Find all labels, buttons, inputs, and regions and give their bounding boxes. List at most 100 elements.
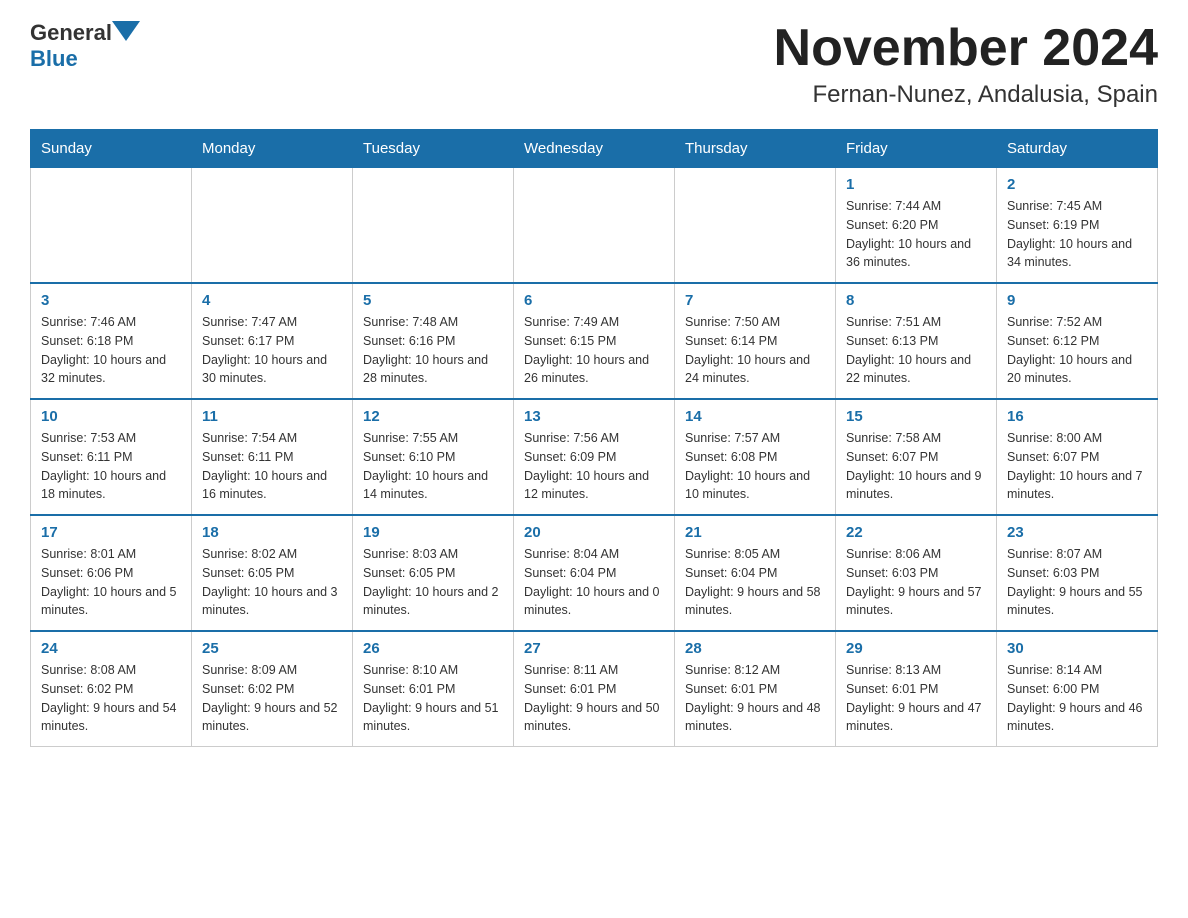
calendar-cell: 14 Sunrise: 7:57 AM Sunset: 6:08 PM Dayli… — [675, 399, 836, 515]
calendar-header-row: SundayMondayTuesdayWednesdayThursdayFrid… — [31, 130, 1158, 168]
day-info: Sunrise: 8:06 AM Sunset: 6:03 PM Dayligh… — [846, 545, 986, 620]
calendar-cell — [31, 168, 192, 284]
day-info: Sunrise: 8:08 AM Sunset: 6:02 PM Dayligh… — [41, 661, 181, 736]
day-info: Sunrise: 8:10 AM Sunset: 6:01 PM Dayligh… — [363, 661, 503, 736]
day-info: Sunrise: 8:09 AM Sunset: 6:02 PM Dayligh… — [202, 661, 342, 736]
day-number: 5 — [363, 292, 503, 309]
day-info: Sunrise: 8:14 AM Sunset: 6:00 PM Dayligh… — [1007, 661, 1147, 736]
calendar-cell: 29 Sunrise: 8:13 AM Sunset: 6:01 PM Dayli… — [836, 631, 997, 747]
day-number: 26 — [363, 640, 503, 657]
title-block: November 2024 Fernan-Nunez, Andalusia, S… — [774, 20, 1158, 109]
day-info: Sunrise: 7:58 AM Sunset: 6:07 PM Dayligh… — [846, 429, 986, 504]
day-number: 22 — [846, 524, 986, 541]
day-info: Sunrise: 8:04 AM Sunset: 6:04 PM Dayligh… — [524, 545, 664, 620]
calendar-cell: 17Sunrise: 8:01 AM Sunset: 6:06 PM Dayli… — [31, 515, 192, 631]
day-number: 23 — [1007, 524, 1147, 541]
day-number: 2 — [1007, 176, 1147, 193]
day-number: 30 — [1007, 640, 1147, 657]
calendar-day-header: Sunday — [31, 130, 192, 168]
calendar-cell: 2 Sunrise: 7:45 AM Sunset: 6:19 PM Daylig… — [997, 168, 1158, 284]
day-info: Sunrise: 8:12 AM Sunset: 6:01 PM Dayligh… — [685, 661, 825, 736]
day-info: Sunrise: 8:07 AM Sunset: 6:03 PM Dayligh… — [1007, 545, 1147, 620]
calendar-week-row: 1 Sunrise: 7:44 AM Sunset: 6:20 PM Daylig… — [31, 168, 1158, 284]
day-number: 8 — [846, 292, 986, 309]
day-info: Sunrise: 7:55 AM Sunset: 6:10 PM Dayligh… — [363, 429, 503, 504]
calendar-cell: 7 Sunrise: 7:50 AM Sunset: 6:14 PM Daylig… — [675, 283, 836, 399]
day-number: 25 — [202, 640, 342, 657]
calendar-cell: 12 Sunrise: 7:55 AM Sunset: 6:10 PM Dayli… — [353, 399, 514, 515]
calendar-cell: 8 Sunrise: 7:51 AM Sunset: 6:13 PM Daylig… — [836, 283, 997, 399]
calendar-cell: 24 Sunrise: 8:08 AM Sunset: 6:02 PM Dayli… — [31, 631, 192, 747]
calendar-cell: 13Sunrise: 7:56 AM Sunset: 6:09 PM Dayli… — [514, 399, 675, 515]
calendar-body: 1 Sunrise: 7:44 AM Sunset: 6:20 PM Daylig… — [31, 168, 1158, 747]
day-number: 9 — [1007, 292, 1147, 309]
calendar-cell: 30 Sunrise: 8:14 AM Sunset: 6:00 PM Dayli… — [997, 631, 1158, 747]
day-info: Sunrise: 7:53 AM Sunset: 6:11 PM Dayligh… — [41, 429, 181, 504]
day-number: 14 — [685, 408, 825, 425]
day-number: 20 — [524, 524, 664, 541]
day-number: 21 — [685, 524, 825, 541]
calendar-cell: 3 Sunrise: 7:46 AM Sunset: 6:18 PM Daylig… — [31, 283, 192, 399]
day-number: 10 — [41, 408, 181, 425]
day-info: Sunrise: 8:02 AM Sunset: 6:05 PM Dayligh… — [202, 545, 342, 620]
day-number: 28 — [685, 640, 825, 657]
calendar-header: SundayMondayTuesdayWednesdayThursdayFrid… — [31, 130, 1158, 168]
day-info: Sunrise: 8:01 AM Sunset: 6:06 PM Dayligh… — [41, 545, 181, 620]
calendar-cell: 1 Sunrise: 7:44 AM Sunset: 6:20 PM Daylig… — [836, 168, 997, 284]
day-info: Sunrise: 7:46 AM Sunset: 6:18 PM Dayligh… — [41, 313, 181, 388]
day-info: Sunrise: 7:57 AM Sunset: 6:08 PM Dayligh… — [685, 429, 825, 504]
logo-top: General — [30, 20, 140, 46]
logo-text-blue: Blue — [30, 46, 78, 72]
calendar-day-header: Thursday — [675, 130, 836, 168]
day-number: 27 — [524, 640, 664, 657]
calendar-week-row: 10 Sunrise: 7:53 AM Sunset: 6:11 PM Dayli… — [31, 399, 1158, 515]
calendar-cell: 19 Sunrise: 8:03 AM Sunset: 6:05 PM Dayli… — [353, 515, 514, 631]
day-number: 16 — [1007, 408, 1147, 425]
calendar-table: SundayMondayTuesdayWednesdayThursdayFrid… — [30, 129, 1158, 747]
day-info: Sunrise: 8:13 AM Sunset: 6:01 PM Dayligh… — [846, 661, 986, 736]
calendar-cell: 10 Sunrise: 7:53 AM Sunset: 6:11 PM Dayli… — [31, 399, 192, 515]
calendar-cell: 9Sunrise: 7:52 AM Sunset: 6:12 PM Daylig… — [997, 283, 1158, 399]
calendar-cell: 23 Sunrise: 8:07 AM Sunset: 6:03 PM Dayli… — [997, 515, 1158, 631]
calendar-cell — [353, 168, 514, 284]
day-number: 11 — [202, 408, 342, 425]
calendar-cell: 22 Sunrise: 8:06 AM Sunset: 6:03 PM Dayli… — [836, 515, 997, 631]
day-info: Sunrise: 7:51 AM Sunset: 6:13 PM Dayligh… — [846, 313, 986, 388]
day-info: Sunrise: 7:50 AM Sunset: 6:14 PM Dayligh… — [685, 313, 825, 388]
day-info: Sunrise: 7:48 AM Sunset: 6:16 PM Dayligh… — [363, 313, 503, 388]
day-info: Sunrise: 8:00 AM Sunset: 6:07 PM Dayligh… — [1007, 429, 1147, 504]
calendar-cell: 16 Sunrise: 8:00 AM Sunset: 6:07 PM Dayli… — [997, 399, 1158, 515]
calendar-cell: 18Sunrise: 8:02 AM Sunset: 6:05 PM Dayli… — [192, 515, 353, 631]
day-number: 15 — [846, 408, 986, 425]
logo-block: General Blue — [30, 20, 140, 72]
day-number: 7 — [685, 292, 825, 309]
calendar-cell: 28 Sunrise: 8:12 AM Sunset: 6:01 PM Dayli… — [675, 631, 836, 747]
day-info: Sunrise: 7:44 AM Sunset: 6:20 PM Dayligh… — [846, 197, 986, 272]
calendar-week-row: 24 Sunrise: 8:08 AM Sunset: 6:02 PM Dayli… — [31, 631, 1158, 747]
day-number: 29 — [846, 640, 986, 657]
day-info: Sunrise: 7:47 AM Sunset: 6:17 PM Dayligh… — [202, 313, 342, 388]
day-number: 12 — [363, 408, 503, 425]
day-number: 19 — [363, 524, 503, 541]
calendar-week-row: 17Sunrise: 8:01 AM Sunset: 6:06 PM Dayli… — [31, 515, 1158, 631]
page-title: November 2024 — [774, 20, 1158, 77]
calendar-day-header: Saturday — [997, 130, 1158, 168]
day-number: 24 — [41, 640, 181, 657]
calendar-cell: 25 Sunrise: 8:09 AM Sunset: 6:02 PM Dayli… — [192, 631, 353, 747]
calendar-cell: 27 Sunrise: 8:11 AM Sunset: 6:01 PM Dayli… — [514, 631, 675, 747]
calendar-cell: 5 Sunrise: 7:48 AM Sunset: 6:16 PM Daylig… — [353, 283, 514, 399]
day-info: Sunrise: 8:03 AM Sunset: 6:05 PM Dayligh… — [363, 545, 503, 620]
calendar-cell — [514, 168, 675, 284]
day-info: Sunrise: 7:45 AM Sunset: 6:19 PM Dayligh… — [1007, 197, 1147, 272]
calendar-day-header: Friday — [836, 130, 997, 168]
day-number: 4 — [202, 292, 342, 309]
day-number: 1 — [846, 176, 986, 193]
calendar-cell: 15 Sunrise: 7:58 AM Sunset: 6:07 PM Dayli… — [836, 399, 997, 515]
day-info: Sunrise: 8:11 AM Sunset: 6:01 PM Dayligh… — [524, 661, 664, 736]
page-subtitle: Fernan-Nunez, Andalusia, Spain — [774, 81, 1158, 109]
day-info: Sunrise: 7:49 AM Sunset: 6:15 PM Dayligh… — [524, 313, 664, 388]
calendar-cell: 4 Sunrise: 7:47 AM Sunset: 6:17 PM Daylig… — [192, 283, 353, 399]
day-info: Sunrise: 7:54 AM Sunset: 6:11 PM Dayligh… — [202, 429, 342, 504]
calendar-cell: 6Sunrise: 7:49 AM Sunset: 6:15 PM Daylig… — [514, 283, 675, 399]
day-number: 3 — [41, 292, 181, 309]
